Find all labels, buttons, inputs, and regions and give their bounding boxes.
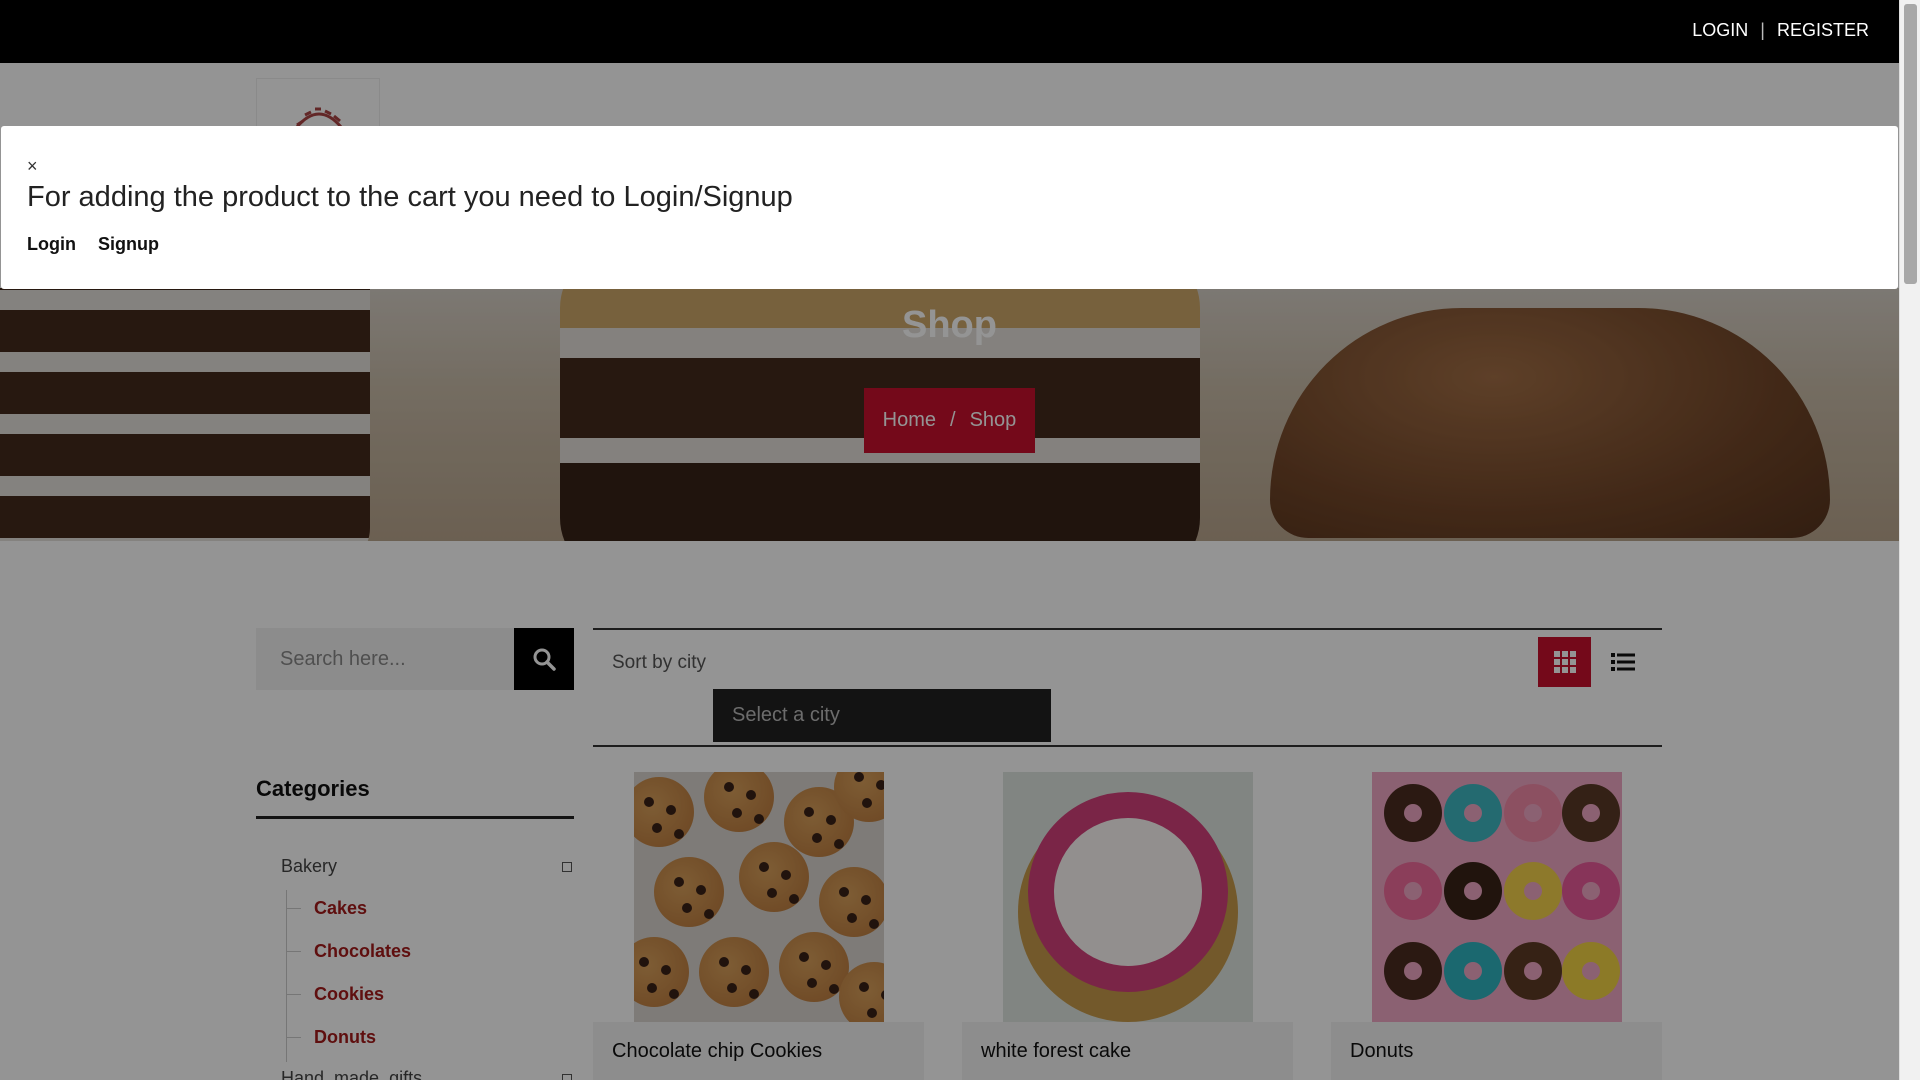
- page-scrollbar[interactable]: [1899, 0, 1920, 1080]
- scrollbar-thumb[interactable]: [1904, 4, 1917, 284]
- auth-separator: |: [1760, 20, 1765, 40]
- login-link[interactable]: LOGIN: [1692, 20, 1748, 41]
- login-required-modal: × For adding the product to the cart you…: [1, 126, 1898, 289]
- modal-login-link[interactable]: Login: [27, 234, 76, 255]
- modal-signup-link[interactable]: Signup: [98, 234, 159, 255]
- close-icon[interactable]: ×: [27, 156, 38, 177]
- register-link[interactable]: REGISTER: [1777, 20, 1869, 41]
- top-bar: LOGIN | REGISTER: [0, 0, 1899, 63]
- modal-message: For adding the product to the cart you n…: [27, 181, 793, 213]
- auth-links: LOGIN | REGISTER: [1692, 20, 1869, 41]
- modal-actions: Login Signup: [27, 234, 159, 255]
